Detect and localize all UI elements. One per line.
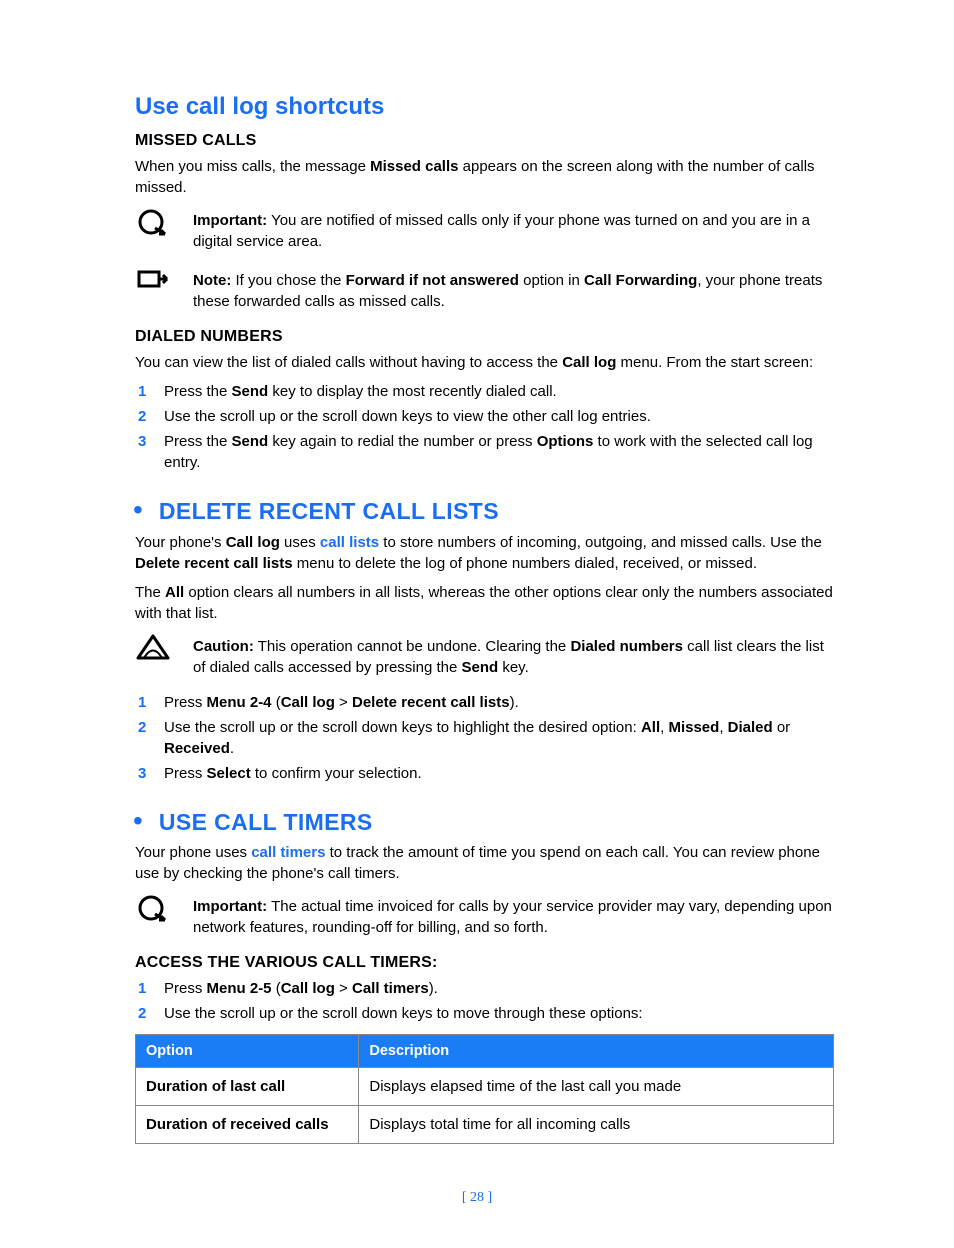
step-number: 3	[135, 763, 156, 784]
step-number: 3	[135, 431, 156, 473]
para-timers-intro: Your phone uses call timers to track the…	[135, 842, 834, 884]
step-number: 2	[135, 406, 156, 427]
cell-option: Duration of last call	[136, 1068, 359, 1106]
callout-important-timers: Important: The actual time invoiced for …	[135, 892, 834, 946]
step-item: 2 Use the scroll up or the scroll down ke…	[135, 406, 834, 427]
heading-use-call-timers: • USE CALL TIMERS	[135, 806, 834, 838]
para-missed-calls: When you miss calls, the message Missed …	[135, 156, 834, 198]
bold-forward: Forward if not answered	[346, 272, 519, 289]
heading-text: DELETE RECENT CALL LISTS	[159, 495, 499, 527]
text: You can view the list of dialed calls wi…	[135, 354, 562, 371]
note-icon	[135, 266, 171, 292]
step-text: Press the Send key to display the most r…	[164, 381, 834, 402]
text: You are notified of missed calls only if…	[193, 212, 810, 250]
bold-call-log: Call log	[562, 354, 616, 371]
step-text: Use the scroll up or the scroll down key…	[164, 1003, 834, 1024]
para-dialed-numbers: You can view the list of dialed calls wi…	[135, 352, 834, 373]
step-text: Press Menu 2-4 (Call log > Delete recent…	[164, 692, 834, 713]
steplist-delete: 1 Press Menu 2-4 (Call log > Delete recen…	[135, 692, 834, 784]
label-important: Important:	[193, 212, 267, 229]
label-important: Important:	[193, 898, 267, 915]
cell-description: Displays total time for all incoming cal…	[359, 1106, 834, 1144]
heading-delete-recent-call-lists: • DELETE RECENT CALL LISTS	[135, 495, 834, 527]
label-note: Note:	[193, 272, 231, 289]
col-description: Description	[359, 1035, 834, 1068]
table-call-timer-options: Option Description Duration of last call…	[135, 1034, 834, 1144]
table-row: Duration of received calls Displays tota…	[136, 1106, 834, 1144]
step-text: Use the scroll up or the scroll down key…	[164, 406, 834, 427]
step-text: Press Select to confirm your selection.	[164, 763, 834, 784]
callout-text: Important: The actual time invoiced for …	[193, 896, 834, 938]
page-number: [ 28 ]	[0, 1188, 954, 1208]
step-item: 2Use the scroll up or the scroll down ke…	[135, 717, 834, 759]
step-item: 1 Press the Send key to display the most …	[135, 381, 834, 402]
link-call-timers[interactable]: call timers	[251, 844, 325, 861]
subheading-dialed-numbers: DIALED NUMBERS	[135, 326, 834, 348]
callout-important-missed: Important: You are notified of missed ca…	[135, 206, 834, 260]
subheading-access-timers: ACCESS THE VARIOUS CALL TIMERS:	[135, 952, 834, 974]
table-header-row: Option Description	[136, 1035, 834, 1068]
step-item: 2 Use the scroll up or the scroll down ke…	[135, 1003, 834, 1024]
para-delete-intro: Your phone's Call log uses call lists to…	[135, 532, 834, 574]
table-row: Duration of last call Displays elapsed t…	[136, 1068, 834, 1106]
text: When you miss calls, the message	[135, 158, 370, 175]
text: If you chose the	[231, 272, 345, 289]
step-number: 1	[135, 692, 156, 713]
step-number: 2	[135, 717, 156, 759]
step-number: 2	[135, 1003, 156, 1024]
text: option in	[519, 272, 584, 289]
cell-description: Displays elapsed time of the last call y…	[359, 1068, 834, 1106]
bullet-icon: •	[133, 496, 143, 524]
heading-use-call-log-shortcuts: Use call log shortcuts	[135, 90, 834, 124]
para-all-option: The All option clears all numbers in all…	[135, 582, 834, 624]
important-icon	[135, 892, 171, 924]
step-item: 3 Press Select to confirm your selection.	[135, 763, 834, 784]
callout-note-forward: Note: If you chose the Forward if not an…	[135, 266, 834, 320]
step-text: Press Menu 2-5 (Call log > Call timers).	[164, 978, 834, 999]
step-item: 1 Press Menu 2-4 (Call log > Delete recen…	[135, 692, 834, 713]
callout-text: Important: You are notified of missed ca…	[193, 210, 834, 252]
step-item: 3Press the Send key again to redial the …	[135, 431, 834, 473]
step-number: 1	[135, 381, 156, 402]
callout-text: Caution: This operation cannot be undone…	[193, 636, 834, 678]
cell-option: Duration of received calls	[136, 1106, 359, 1144]
bullet-icon: •	[133, 807, 143, 835]
steplist-timers: 1 Press Menu 2-5 (Call log > Call timers)…	[135, 978, 834, 1024]
important-icon	[135, 206, 171, 238]
text: menu. From the start screen:	[616, 354, 813, 371]
step-number: 1	[135, 978, 156, 999]
heading-text: USE CALL TIMERS	[159, 806, 373, 838]
manual-page: Use call log shortcuts MISSED CALLS When…	[0, 0, 954, 1248]
bold-missed-calls: Missed calls	[370, 158, 458, 175]
subheading-missed-calls: MISSED CALLS	[135, 130, 834, 152]
step-item: 1 Press Menu 2-5 (Call log > Call timers)…	[135, 978, 834, 999]
steplist-dialed: 1 Press the Send key to display the most …	[135, 381, 834, 473]
col-option: Option	[136, 1035, 359, 1068]
label-caution: Caution:	[193, 638, 254, 655]
callout-text: Note: If you chose the Forward if not an…	[193, 270, 834, 312]
step-text: Use the scroll up or the scroll down key…	[164, 717, 834, 759]
bold-call-forwarding: Call Forwarding	[584, 272, 697, 289]
link-call-lists[interactable]: call lists	[320, 534, 379, 551]
callout-caution: Caution: This operation cannot be undone…	[135, 632, 834, 686]
step-text: Press the Send key again to redial the n…	[164, 431, 834, 473]
caution-icon	[135, 632, 171, 662]
